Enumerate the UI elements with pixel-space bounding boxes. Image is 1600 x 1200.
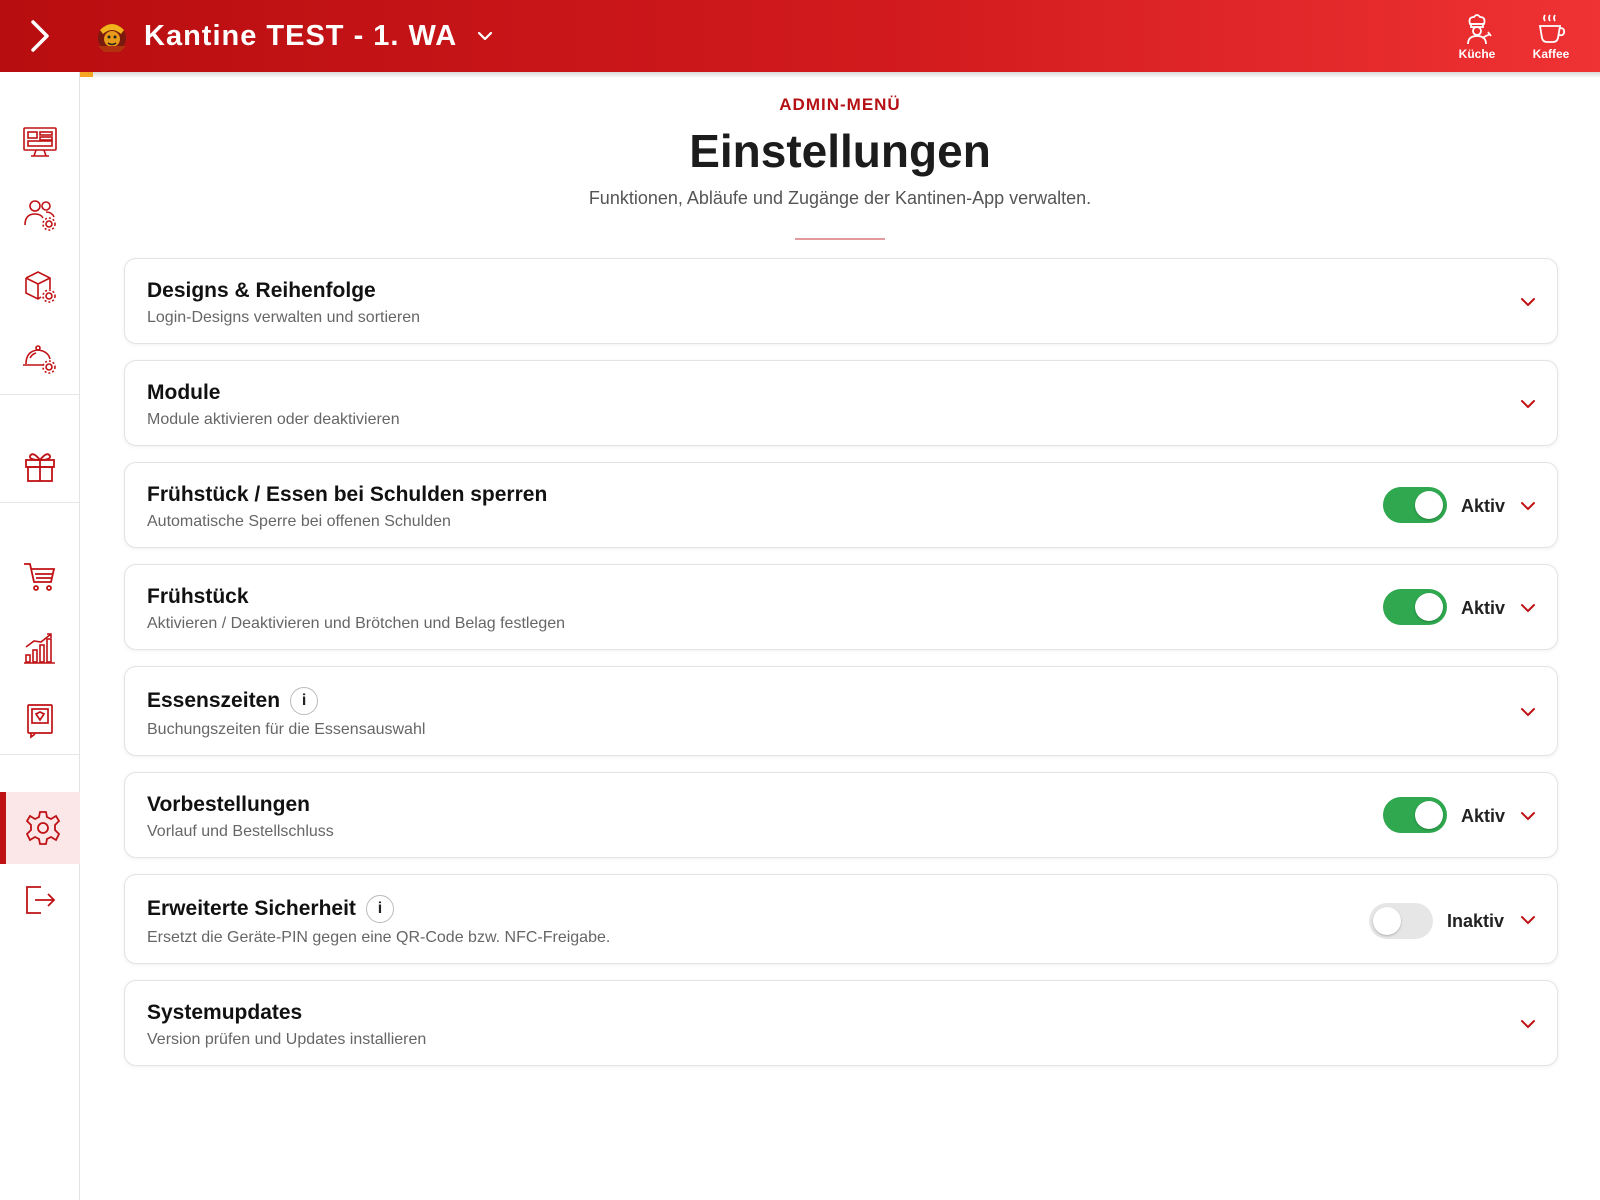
- chevron-down-icon[interactable]: [1517, 909, 1539, 931]
- card-description: Vorlauf und Bestellschluss: [147, 823, 334, 840]
- box-gear-icon: [25, 271, 56, 303]
- chevron-down-icon[interactable]: [1517, 393, 1539, 415]
- toggle-knob: [1415, 491, 1443, 519]
- card-description: Login-Designs verwalten und sortieren: [147, 309, 421, 326]
- card-description: Automatische Sperre bei offenen Schulden: [147, 513, 451, 530]
- settings-card-designs[interactable]: Designs & Reihenfolge Login-Designs verw…: [124, 258, 1558, 344]
- chef-icon: [1467, 13, 1492, 44]
- card-title: Frühstück: [147, 585, 249, 608]
- preorders-toggle[interactable]: [1383, 797, 1447, 833]
- debt-lock-toggle[interactable]: [1383, 487, 1447, 523]
- card-description: Aktivieren / Deaktivieren und Brötchen u…: [147, 615, 566, 632]
- sidebar-item-cart[interactable]: [0, 540, 80, 612]
- info-icon[interactable]: i: [290, 687, 319, 715]
- sidebar-divider: [0, 502, 79, 503]
- ticket-icon: [27, 704, 53, 739]
- card-title: Essenszeiten i: [147, 687, 319, 715]
- card-title: Vorbestellungen: [147, 793, 310, 816]
- gear-icon: [25, 811, 61, 845]
- menu-toggle-button[interactable]: [0, 0, 80, 72]
- sidebar-item-dashboard[interactable]: [0, 106, 80, 178]
- kitchen-label: Küche: [1458, 46, 1496, 61]
- chevron-down-icon[interactable]: [1517, 805, 1539, 827]
- app-title: Kantine TEST - 1. WA: [144, 19, 458, 52]
- sidebar-divider: [0, 394, 79, 395]
- settings-card-meal-times[interactable]: Essenszeiten i Buchungszeiten für die Ess…: [124, 666, 1558, 756]
- settings-card-debt-lock[interactable]: Frühstück / Essen bei Schulden sperren A…: [124, 462, 1558, 548]
- info-icon[interactable]: i: [365, 895, 394, 923]
- users-gear-icon: [24, 200, 56, 231]
- card-title-text: Essenszeiten: [147, 689, 281, 712]
- card-description: Ersetzt die Geräte-PIN gegen eine QR-Cod…: [147, 929, 611, 946]
- brand-logo-icon: [98, 24, 126, 52]
- toggle-state-label: Aktiv: [1461, 496, 1506, 516]
- card-description: Buchungszeiten für die Essensauswahl: [147, 721, 426, 738]
- settings-card-system-updates[interactable]: Systemupdates Version prüfen und Updates…: [124, 980, 1558, 1066]
- settings-card-breakfast[interactable]: Frühstück Aktivieren / Deaktivieren und …: [124, 564, 1558, 650]
- card-title: Module: [147, 381, 221, 404]
- monitor-dashboard-icon: [23, 127, 57, 157]
- toggle-knob: [1373, 907, 1401, 935]
- sidebar: [0, 72, 80, 1200]
- card-description: Module aktivieren oder deaktivieren: [147, 411, 400, 428]
- settings-card-modules[interactable]: Module Module aktivieren oder deaktivier…: [124, 360, 1558, 446]
- sidebar-item-statistics[interactable]: [0, 612, 80, 684]
- extended-security-toggle[interactable]: [1369, 903, 1433, 939]
- settings-card-extended-security[interactable]: Erweiterte Sicherheit i Ersetzt die Gerät…: [124, 874, 1558, 964]
- card-title-text: Erweiterte Sicherheit: [147, 897, 356, 920]
- sidebar-item-meals[interactable]: [0, 322, 80, 394]
- top-bar: Kantine TEST - 1. WA Küche Kaffee: [0, 0, 1600, 72]
- breakfast-toggle[interactable]: [1383, 589, 1447, 625]
- card-title: Systemupdates: [147, 1001, 303, 1024]
- toggle-knob: [1415, 593, 1443, 621]
- kitchen-button[interactable]: Küche: [1440, 0, 1514, 72]
- chevron-right-icon: [31, 20, 49, 52]
- logout-icon: [26, 886, 56, 914]
- sidebar-item-vouchers[interactable]: [0, 684, 80, 756]
- chevron-down-icon[interactable]: [1517, 495, 1539, 517]
- admin-menu-eyebrow: ADMIN-MENÜ: [779, 95, 901, 114]
- sidebar-item-logout[interactable]: [0, 864, 80, 936]
- coffee-label: Kaffee: [1532, 46, 1570, 61]
- cart-icon: [24, 563, 56, 591]
- sidebar-item-gifts[interactable]: [0, 430, 80, 502]
- toggle-state-label: Aktiv: [1461, 598, 1506, 618]
- settings-card-preorders[interactable]: Vorbestellungen Vorlauf und Bestellschlu…: [124, 772, 1558, 858]
- chevron-down-icon[interactable]: [1517, 597, 1539, 619]
- sidebar-divider: [0, 754, 79, 755]
- page-subtitle: Funktionen, Abläufe und Zugänge der Kant…: [588, 188, 1092, 208]
- toggle-state-label: Inaktiv: [1447, 911, 1505, 931]
- chevron-down-icon[interactable]: [1517, 291, 1539, 313]
- card-title: Designs & Reihenfolge: [147, 279, 376, 302]
- card-title: Erweiterte Sicherheit i: [147, 895, 394, 923]
- card-title: Frühstück / Essen bei Schulden sperren: [147, 483, 548, 506]
- coffee-cup-icon: [1538, 14, 1566, 43]
- title-underline: [795, 238, 885, 240]
- toggle-knob: [1415, 801, 1443, 829]
- chevron-down-icon[interactable]: [475, 26, 495, 46]
- gift-icon: [25, 453, 55, 482]
- card-description: Version prüfen und Updates installieren: [147, 1031, 427, 1048]
- bar-chart-icon: [24, 633, 55, 664]
- toggle-state-label: Aktiv: [1461, 806, 1506, 826]
- sidebar-item-settings[interactable]: [0, 792, 80, 864]
- sidebar-item-users[interactable]: [0, 178, 80, 250]
- main-content: ADMIN-MENÜ Einstellungen Funktionen, Abl…: [80, 72, 1600, 1200]
- sidebar-item-products[interactable]: [0, 250, 80, 322]
- chevron-down-icon[interactable]: [1517, 701, 1539, 723]
- coffee-button[interactable]: Kaffee: [1514, 0, 1588, 72]
- cloche-gear-icon: [23, 345, 56, 374]
- page-title: Einstellungen: [689, 125, 991, 177]
- chevron-down-icon[interactable]: [1517, 1013, 1539, 1035]
